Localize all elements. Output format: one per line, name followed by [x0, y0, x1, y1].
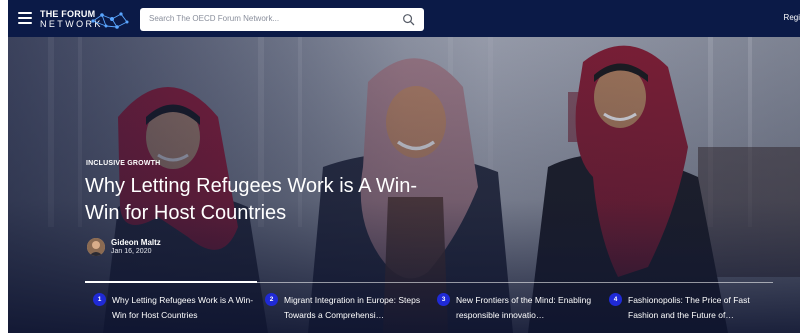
- carousel-story-1[interactable]: 1 Why Letting Refugees Work is A Win-Win…: [93, 293, 263, 327]
- featured-article-hero[interactable]: INCLUSIVE GROWTH Why Letting Refugees Wo…: [8, 37, 800, 333]
- author-photo: [87, 238, 105, 256]
- menu-icon[interactable]: [18, 12, 32, 24]
- search-bar[interactable]: Search The OECD Forum Network...: [140, 8, 424, 31]
- story-number-badge: 4: [609, 293, 622, 306]
- search-icon[interactable]: [402, 13, 415, 26]
- carousel-story-4[interactable]: 4 Fashionopolis: The Price of Fast Fashi…: [609, 293, 779, 327]
- story-title[interactable]: Fashionopolis: The Price of Fast Fashion…: [628, 293, 780, 323]
- story-number-badge: 2: [265, 293, 278, 306]
- carousel-story-3[interactable]: 3 New Frontiers of the Mind: Enabling re…: [437, 293, 607, 327]
- network-logo-icon: [91, 12, 129, 29]
- author-name[interactable]: Gideon Maltz: [111, 238, 161, 247]
- article-title[interactable]: Why Letting Refugees Work is A Win-Win f…: [85, 173, 425, 227]
- logo-title: THE FORUM: [40, 9, 96, 19]
- top-navigation-bar: THE FORUM NETWORK Search The OECD Forum …: [8, 0, 800, 37]
- story-number-badge: 1: [93, 293, 106, 306]
- story-title[interactable]: Migrant Integration in Europe: Steps Tow…: [284, 293, 436, 323]
- carousel-story-2[interactable]: 2 Migrant Integration in Europe: Steps T…: [265, 293, 435, 327]
- publish-date: Jan 16, 2020: [111, 248, 152, 255]
- avatar[interactable]: [87, 238, 105, 256]
- story-title[interactable]: Why Letting Refugees Work is A Win-Win f…: [112, 293, 264, 323]
- register-link[interactable]: Regis: [784, 13, 800, 22]
- search-input[interactable]: Search The OECD Forum Network...: [149, 14, 279, 23]
- story-number-badge: 3: [437, 293, 450, 306]
- author-info[interactable]: Gideon Maltz Jan 16, 2020: [87, 236, 207, 258]
- site-logo[interactable]: THE FORUM NETWORK: [40, 9, 136, 31]
- page: THE FORUM NETWORK Search The OECD Forum …: [8, 0, 800, 333]
- story-title[interactable]: New Frontiers of the Mind: Enabling resp…: [456, 293, 608, 323]
- article-category[interactable]: INCLUSIVE GROWTH: [86, 160, 160, 167]
- carousel-active-indicator: [85, 281, 257, 283]
